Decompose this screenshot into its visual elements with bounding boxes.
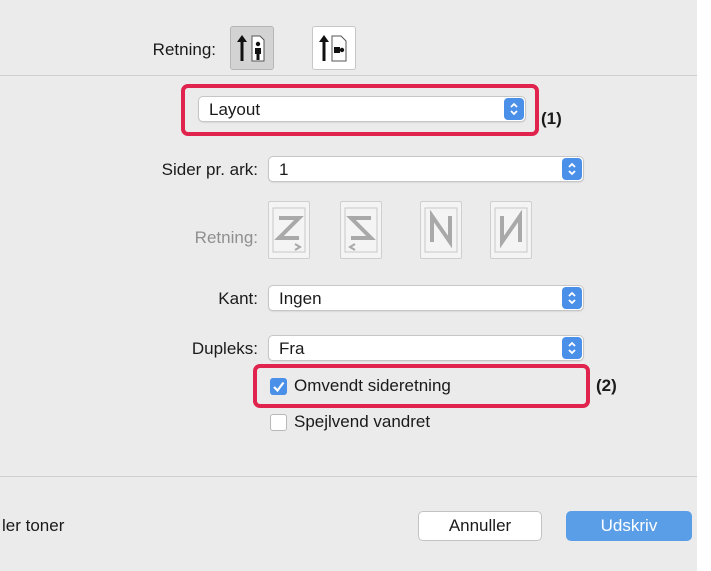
- pages-per-sheet-label: Sider pr. ark:: [161, 160, 258, 179]
- portrait-orientation-icon: [237, 35, 265, 62]
- duplex-label: Dupleks:: [191, 339, 258, 358]
- n-layout-icon: [424, 207, 458, 253]
- flip-horizontal-label[interactable]: Spejlvend vandret: [294, 412, 430, 432]
- pages-per-sheet-value: 1: [279, 160, 289, 179]
- print-button[interactable]: Udskriv: [566, 511, 692, 541]
- border-label: Kant:: [218, 289, 258, 308]
- reverse-z-layout-icon: [344, 207, 378, 253]
- popup-stepper-icon: [562, 158, 582, 180]
- popup-stepper-icon: [562, 287, 582, 309]
- layout-direction-n-button[interactable]: [420, 201, 462, 259]
- landscape-orientation-icon: [319, 35, 347, 62]
- landscape-orientation-button[interactable]: [312, 26, 356, 70]
- section-divider: [0, 75, 697, 76]
- border-value: Ingen: [279, 289, 322, 308]
- z-layout-icon: [272, 207, 306, 253]
- popup-stepper-icon: [562, 337, 582, 359]
- window-edge: [697, 0, 711, 571]
- orientation-label: Retning:: [152, 40, 216, 59]
- duplex-value: Fra: [279, 339, 305, 358]
- highlight-box-1: [181, 84, 539, 136]
- reverse-n-layout-icon: [494, 207, 528, 253]
- footer-divider: [0, 476, 697, 477]
- supplies-text: ler toner: [2, 516, 65, 535]
- highlight-box-2: [253, 364, 590, 408]
- cancel-button[interactable]: Annuller: [418, 511, 542, 541]
- callout-2: (2): [596, 376, 617, 395]
- duplex-popup[interactable]: Fra: [268, 335, 584, 361]
- layout-direction-reverse-n-button[interactable]: [490, 201, 532, 259]
- portrait-orientation-button[interactable]: [230, 26, 274, 70]
- layout-direction-label: Retning:: [194, 228, 258, 247]
- callout-1: (1): [541, 109, 562, 128]
- layout-direction-z-button[interactable]: [268, 201, 310, 259]
- pages-per-sheet-popup[interactable]: 1: [268, 156, 584, 182]
- print-button-label: Udskriv: [600, 516, 658, 535]
- flip-horizontal-checkbox[interactable]: [270, 414, 287, 431]
- border-popup[interactable]: Ingen: [268, 285, 584, 311]
- layout-direction-reverse-z-button[interactable]: [340, 201, 382, 259]
- cancel-button-label: Annuller: [448, 516, 512, 535]
